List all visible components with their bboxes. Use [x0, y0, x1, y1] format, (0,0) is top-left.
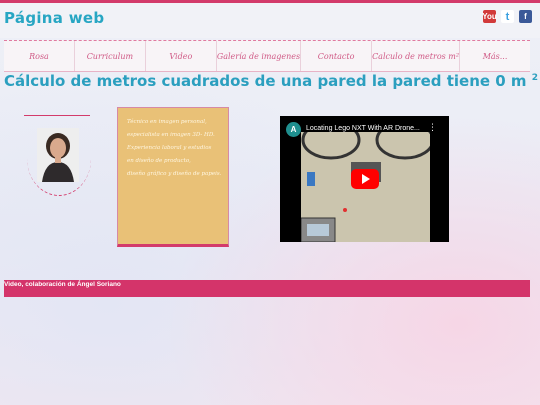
youtube-icon[interactable]: You: [482, 10, 497, 23]
video-menu-icon[interactable]: ⋮: [428, 123, 437, 133]
profile-divider: [24, 115, 90, 116]
card-line: Técnico en imagen personal,: [127, 119, 207, 125]
page-title-text: Cálculo de metros cuadrados de una pared…: [4, 72, 527, 90]
channel-avatar[interactable]: A: [286, 122, 301, 137]
video-caption: Video, colaboración de Ángel Soriano: [4, 281, 121, 288]
play-button[interactable]: [351, 169, 379, 189]
site-title[interactable]: Página web: [4, 9, 104, 27]
nav-item-calculo[interactable]: Calculo de metros m²: [372, 41, 461, 71]
page-title: Cálculo de metros cuadrados de una pared…: [4, 72, 538, 90]
profile-description-card: Técnico en imagen personal, especialista…: [117, 107, 229, 247]
avatar-photo: [37, 128, 79, 182]
card-line: en diseño de producto,: [127, 158, 191, 164]
video-caption-bar: Video, colaboración de Ángel Soriano: [4, 280, 530, 297]
card-line: especialista en imagen 3D- HD.: [127, 132, 215, 138]
social-links: You t f: [482, 10, 532, 23]
facebook-icon[interactable]: f: [519, 10, 532, 23]
nav-item-galeria[interactable]: Galería de imagenes: [217, 41, 302, 71]
nav-item-contacto[interactable]: Contacto: [301, 41, 373, 71]
avatar: [37, 128, 79, 182]
card-line: Experiencia laboral y estudios: [127, 145, 212, 151]
twitter-icon[interactable]: t: [501, 10, 514, 23]
nav-item-mas[interactable]: Más...: [460, 41, 530, 71]
main-nav: Rosa Curriculum Video Galería de imagene…: [4, 40, 530, 72]
nav-item-rosa[interactable]: Rosa: [4, 41, 75, 71]
youtube-embed[interactable]: A Locating Lego NXT With AR Drone... ⋮: [280, 116, 449, 242]
page-title-superscript: 2: [531, 73, 539, 83]
nav-item-video[interactable]: Video: [146, 41, 217, 71]
nav-item-curriculum[interactable]: Curriculum: [75, 41, 146, 71]
top-bar: Página web You t f: [0, 0, 540, 38]
video-title[interactable]: Locating Lego NXT With AR Drone...: [306, 125, 420, 132]
card-line: diseño gráfico y diseño de papeis.: [127, 171, 222, 177]
